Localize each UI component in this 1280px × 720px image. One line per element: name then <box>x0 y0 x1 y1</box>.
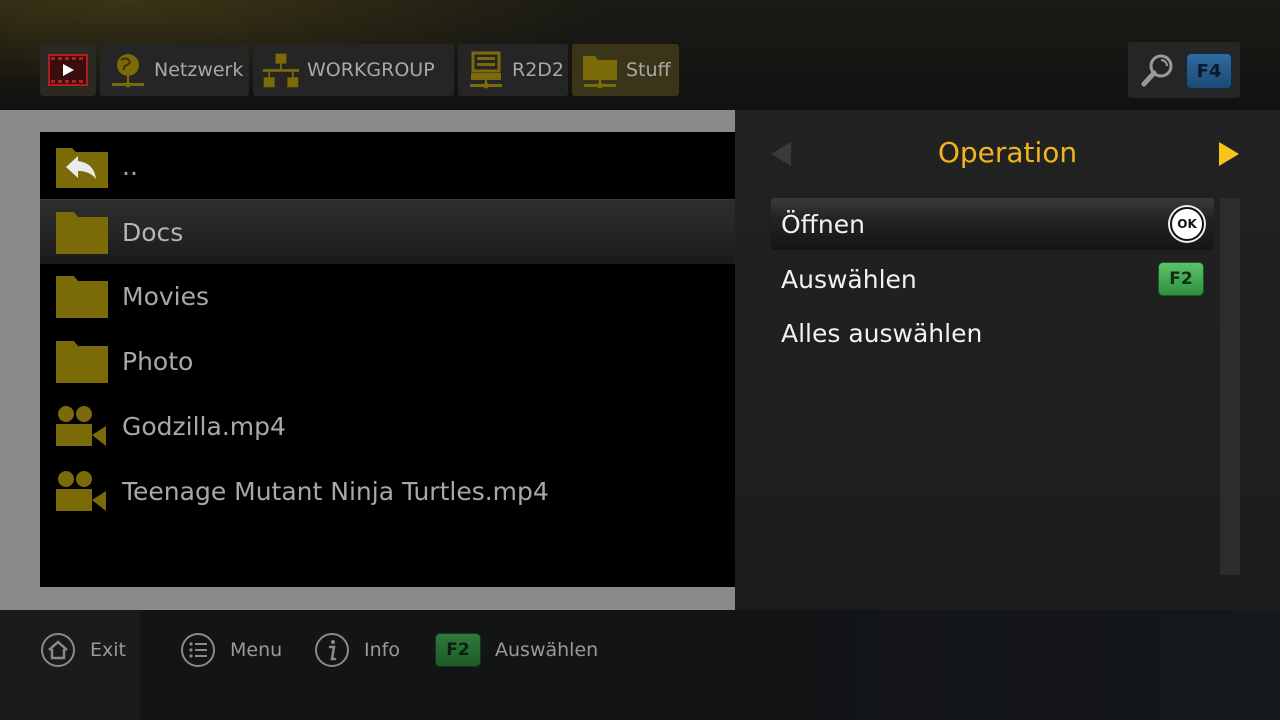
bottom-hint-bar: Exit Menu Info F2 Auswählen <box>0 610 1280 720</box>
folder-icon <box>56 274 108 318</box>
select-label: Auswählen <box>495 639 599 661</box>
globe-network-icon <box>108 50 148 90</box>
list-item-parent[interactable]: .. <box>40 134 735 198</box>
breadcrumb-label: Netzwerk <box>154 59 244 81</box>
panel-title: Operation <box>937 136 1078 169</box>
video-camera-icon <box>56 469 108 513</box>
menu-item-label: Öffnen <box>781 209 865 239</box>
menu-item-open[interactable]: Öffnen OK <box>771 198 1214 250</box>
top-bar: Netzwerk WORKGROUP R2D2 Stuff F4 <box>0 0 1280 110</box>
video-icon <box>48 50 88 90</box>
breadcrumb-netzwerk[interactable]: Netzwerk <box>100 44 249 96</box>
computer-icon <box>466 50 506 90</box>
exit-label: Exit <box>90 639 126 661</box>
folder-icon <box>56 339 108 383</box>
file-name: Godzilla.mp4 <box>122 411 286 441</box>
exit-button[interactable]: Exit <box>40 632 126 668</box>
f4-key-badge: F4 <box>1186 53 1232 89</box>
breadcrumb-r2d2[interactable]: R2D2 <box>458 44 568 96</box>
menu-item-label: Auswählen <box>781 264 917 294</box>
search-icon <box>1140 52 1176 88</box>
f2-key-badge: F2 <box>435 633 481 667</box>
list-item-godzilla[interactable]: Godzilla.mp4 <box>40 394 735 458</box>
menu-item-select-all[interactable]: Alles auswählen <box>771 306 1214 360</box>
breadcrumb-stuff[interactable]: Stuff <box>572 44 679 96</box>
back-arrow-icon <box>56 144 108 188</box>
file-browser-pane: .. Docs Movies Photo Godzilla.mp4 Teenag… <box>0 110 735 610</box>
folder-icon <box>56 210 108 254</box>
scrollbar[interactable] <box>1220 198 1240 575</box>
info-icon <box>314 632 350 668</box>
info-label: Info <box>364 639 400 661</box>
operation-panel: Operation Öffnen OK Auswählen F2 Alles a… <box>735 110 1280 610</box>
home-icon <box>40 632 76 668</box>
search-button[interactable]: F4 <box>1128 42 1240 98</box>
file-name: .. <box>122 151 138 181</box>
file-name: Photo <box>122 346 194 376</box>
info-button[interactable]: Info <box>314 632 400 668</box>
list-item-tmnt[interactable]: Teenage Mutant Ninja Turtles.mp4 <box>40 459 735 523</box>
menu-list-icon <box>180 632 216 668</box>
file-name: Movies <box>122 281 210 311</box>
list-item-movies[interactable]: Movies <box>40 264 735 328</box>
network-tree-icon <box>261 50 301 90</box>
file-name: Teenage Mutant Ninja Turtles.mp4 <box>122 476 549 506</box>
breadcrumb-label: WORKGROUP <box>307 59 435 81</box>
file-name: Docs <box>122 217 184 247</box>
breadcrumb-video[interactable] <box>40 44 96 96</box>
operation-list: Öffnen OK Auswählen F2 Alles auswählen <box>771 198 1214 360</box>
breadcrumb-workgroup[interactable]: WORKGROUP <box>253 44 454 96</box>
ok-key-badge: OK <box>1170 207 1204 241</box>
file-list: .. Docs Movies Photo Godzilla.mp4 Teenag… <box>40 132 735 587</box>
arrow-right-icon[interactable] <box>1219 142 1239 166</box>
breadcrumb-label: R2D2 <box>512 59 565 81</box>
breadcrumb-label: Stuff <box>626 59 671 81</box>
menu-label: Menu <box>230 639 283 661</box>
video-camera-icon <box>56 404 108 448</box>
shared-folder-icon <box>580 50 620 90</box>
list-item-photo[interactable]: Photo <box>40 329 735 393</box>
menu-item-label: Alles auswählen <box>781 318 983 348</box>
menu-item-select[interactable]: Auswählen F2 <box>771 252 1214 306</box>
list-item-docs[interactable]: Docs <box>40 199 735 264</box>
f2-key-badge: F2 <box>1158 262 1204 296</box>
menu-button[interactable]: Menu <box>180 632 282 668</box>
select-button[interactable]: F2 Auswählen <box>435 632 598 668</box>
